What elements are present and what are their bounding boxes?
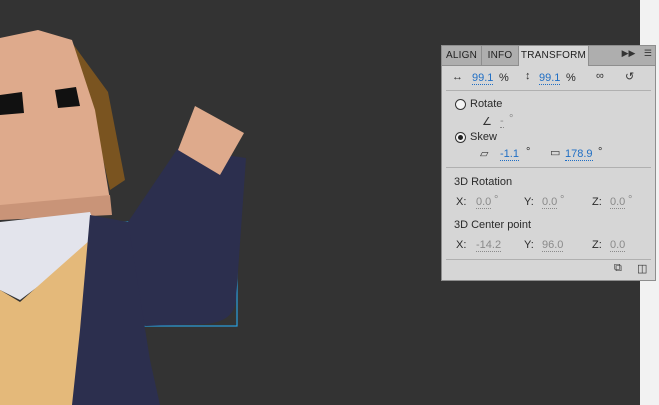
scale-width-icon: ↔ [452,71,463,83]
scale-height-unit: % [566,72,576,84]
scale-height-icon: ↕ [525,70,531,82]
constrain-link-icon[interactable]: ∞ [596,70,604,82]
center-3d-label: 3D Center point [454,219,532,231]
collapse-panel-icon[interactable]: ▶▶ [622,48,636,58]
skew-vertical-value[interactable]: 178.9 [565,148,593,161]
panel-menu-icon[interactable]: ☰ [644,48,652,58]
rotation-3d-x-value[interactable]: 0.0 [476,196,492,209]
rotation-3d-z-label: Z: [592,196,602,208]
skew-horizontal-unit: ° [526,146,531,158]
center-3d-x-value[interactable]: -14.2 [476,239,502,252]
rotation-3d-label: 3D Rotation [454,176,513,188]
skew-vertical-unit: ° [598,146,603,158]
tab-transform[interactable]: TRANSFORM [519,46,589,66]
scale-height-value[interactable]: 99.1 [539,72,561,85]
rotation-3d-z-unit: ° [628,194,633,206]
center-3d-z-value[interactable]: 0.0 [610,239,626,252]
rotate-angle-icon: ∠ [482,116,492,128]
rotate-unit: ° [509,113,514,125]
rotate-radio[interactable] [455,99,466,110]
center-3d-y-label: Y: [524,239,534,251]
transform-panel: ALIGN INFO TRANSFORM ▶▶ ☰ ↔ 99.1 % ↕ 99.… [441,45,656,281]
rotation-3d-x-unit: ° [494,194,499,206]
skew-horizontal-icon: ▱ [480,148,489,160]
center-3d-y-value[interactable]: 96.0 [542,239,564,252]
tab-info[interactable]: INFO [482,46,519,65]
scale-width-unit: % [499,72,509,84]
tab-align[interactable]: ALIGN [442,46,482,65]
rotation-3d-z-value[interactable]: 0.0 [610,196,626,209]
duplicate-transform-icon[interactable]: ⧉ [614,262,622,275]
rotation-3d-y-value[interactable]: 0.0 [542,196,558,209]
skew-horizontal-value[interactable]: -1.1 [500,148,519,161]
skew-vertical-icon: ▭ [550,147,561,159]
center-3d-x-label: X: [456,239,467,251]
reset-scale-icon[interactable]: ↺ [625,70,634,83]
remove-transform-icon[interactable]: ◫ [637,262,647,275]
skew-radio[interactable] [455,132,466,143]
rotate-label: Rotate [470,98,503,110]
right-eye [55,87,80,108]
scale-width-value[interactable]: 99.1 [472,72,494,85]
left-eye [0,92,24,115]
center-3d-z-label: Z: [592,239,602,251]
head [0,30,110,210]
rotation-3d-y-label: Y: [524,196,534,208]
rotation-3d-y-unit: ° [560,194,565,206]
rotation-3d-x-label: X: [456,196,467,208]
panel-tab-bar: ALIGN INFO TRANSFORM ▶▶ ☰ [442,46,655,66]
rotate-value[interactable]: - [500,115,504,128]
skew-label: Skew [470,131,497,143]
